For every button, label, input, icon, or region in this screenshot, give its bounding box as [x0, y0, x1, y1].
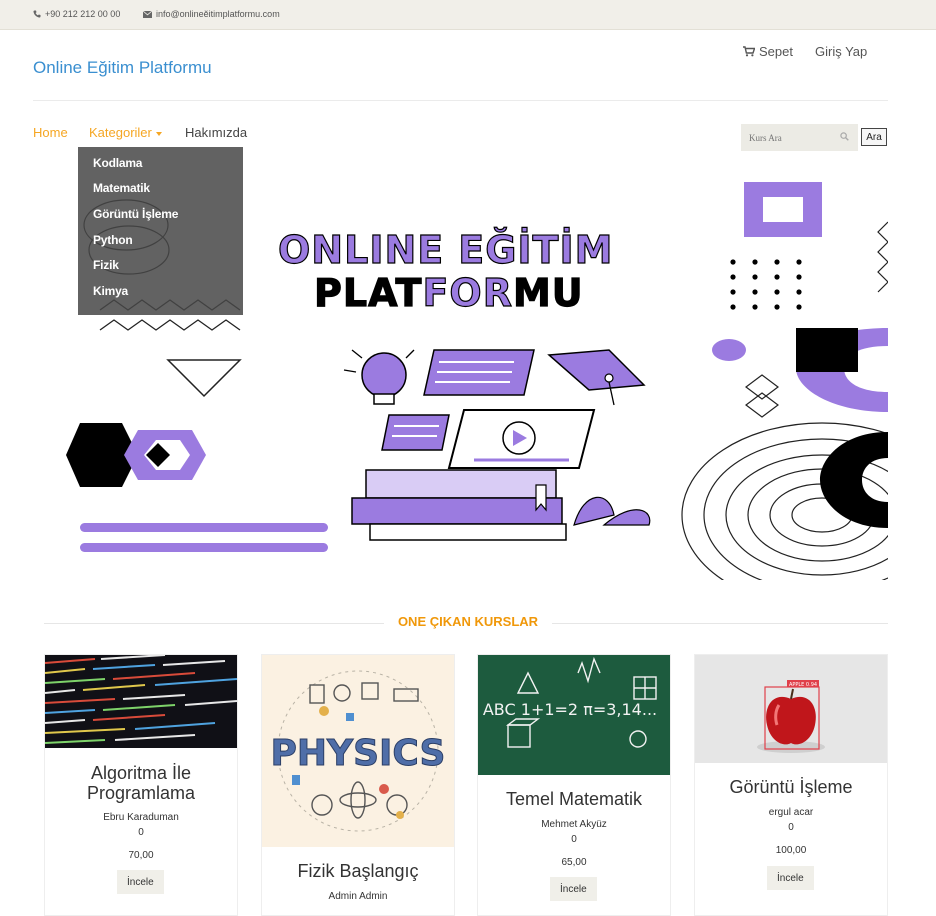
featured-courses-title: ONE ÇIKAN KURSLAR — [397, 614, 539, 629]
nav-categories-label: Kategoriler — [89, 125, 152, 140]
course-detail-button[interactable]: İncele — [550, 877, 597, 901]
chalkboard-text: ABC 1+1=2 π=3,14... — [483, 700, 657, 719]
dropdown-item-python[interactable]: Python — [93, 233, 133, 247]
dropdown-item-kodlama[interactable]: Kodlama — [93, 156, 142, 170]
course-image-physics[interactable]: PHYSICS — [262, 655, 454, 847]
course-detail-button[interactable]: İncele — [767, 866, 814, 890]
hero-word-egitim: EĞİTİM — [458, 228, 613, 272]
cart-icon — [743, 46, 755, 57]
purple-square-inner — [763, 197, 803, 222]
course-price: 100,00 — [775, 845, 807, 856]
nav-home[interactable]: Home — [33, 125, 68, 140]
hero-word-mu: MU — [513, 271, 584, 315]
purple-bar-2 — [80, 543, 328, 552]
course-price: 70,00 — [128, 850, 154, 861]
envelope-icon — [143, 10, 152, 18]
course-title-line-2: Programlama — [86, 783, 196, 803]
triangle-outline — [166, 359, 242, 398]
lightbulb-icon — [343, 349, 415, 405]
purple-bar-1 — [80, 523, 328, 532]
apple-detection-image: APPLE 0.94 — [695, 655, 887, 763]
purple-oval — [712, 339, 746, 361]
hero-headline: ONLINE EĞİTİM PLATFORMU — [277, 227, 613, 315]
svg-text:PLATFORMU: PLATFORMU — [314, 271, 584, 315]
course-image-code[interactable] — [45, 655, 237, 748]
course-instructor: Ebru Karaduman — [103, 812, 179, 823]
login-link[interactable]: Giriş Yap — [815, 44, 867, 59]
course-title[interactable]: Algoritma İle Programlama — [45, 763, 237, 803]
course-price: 65,00 — [561, 857, 587, 868]
course-student-count: 0 — [138, 827, 144, 838]
search-icon[interactable] — [840, 132, 849, 141]
dropdown-item-fizik[interactable]: Fizik — [93, 258, 119, 272]
hero-word-online: ONLINE — [278, 228, 444, 272]
course-title[interactable]: Temel Matematik — [478, 789, 670, 809]
laptop-icon — [447, 409, 596, 469]
phone-icon — [33, 10, 41, 18]
document-card — [423, 349, 535, 396]
plant-leaves — [573, 496, 651, 526]
caret-down-icon — [155, 131, 162, 136]
top-bar: +90 212 212 00 00 info@onlineĕitimplatfo… — [0, 0, 936, 30]
dropdown-item-goruntu-isleme[interactable]: Görüntü İşleme — [93, 207, 178, 221]
contact-phone: +90 212 212 00 00 — [33, 9, 120, 19]
small-card — [381, 414, 450, 451]
search-box — [741, 124, 858, 151]
phone-number: +90 212 212 00 00 — [45, 9, 121, 19]
hero-word-plat: PLAT — [314, 271, 422, 315]
course-student-count: 0 — [788, 822, 794, 833]
course-instructor: ergul acar — [768, 807, 814, 818]
course-title[interactable]: Fizik Başlangıç — [262, 861, 454, 881]
course-instructor: Mehmet Akyüz — [541, 819, 607, 830]
book-stack — [351, 469, 567, 541]
physics-word: PHYSICS — [271, 733, 446, 774]
header-divider — [33, 100, 888, 101]
dropdown-item-kimya[interactable]: Kimya — [93, 284, 128, 298]
contact-email: info@onlineĕitimplatformu.com — [143, 9, 280, 19]
course-student-count: 0 — [571, 834, 577, 845]
brand-link[interactable]: Online Eğitim Platformu — [33, 58, 212, 78]
course-card: ABC 1+1=2 π=3,14... Temel Matematik Mehm… — [477, 654, 671, 916]
black-square — [796, 328, 858, 372]
course-card: APPLE 0.94 Görüntü İşleme ergul acar 0 1… — [694, 654, 888, 916]
dot-grid — [730, 259, 802, 310]
search-button[interactable]: Ara — [861, 128, 887, 146]
code-screen-image — [45, 655, 237, 748]
nav-categories[interactable]: Kategoriler — [89, 125, 162, 140]
course-title[interactable]: Görüntü İşleme — [695, 777, 887, 797]
stacked-diamonds — [745, 374, 779, 418]
svg-text:ONLINEEĞİTİM: ONLINE EĞİTİM — [278, 228, 613, 272]
course-card: Algoritma İle Programlama Ebru Karaduman… — [44, 654, 238, 916]
graduation-cap-icon — [547, 349, 646, 406]
course-detail-button[interactable]: İncele — [117, 870, 164, 894]
course-image-vision[interactable]: APPLE 0.94 — [695, 655, 887, 763]
email-address[interactable]: info@onlineĕitimplatformu.com — [156, 9, 280, 19]
dropdown-item-matematik[interactable]: Matematik — [93, 181, 150, 195]
course-image-math[interactable]: ABC 1+1=2 π=3,14... — [478, 655, 670, 775]
black-ring — [820, 432, 888, 528]
search-input[interactable] — [747, 129, 839, 147]
physics-image: PHYSICS — [262, 655, 454, 847]
course-instructor: Admin Admin — [328, 891, 388, 902]
chalkboard-image: ABC 1+1=2 π=3,14... — [478, 655, 670, 775]
cart-link[interactable]: Sepet — [743, 44, 793, 59]
nav-about[interactable]: Hakımızda — [185, 125, 247, 140]
cart-label: Sepet — [759, 44, 793, 59]
course-card: PHYSICS Fizik Başlangıç Admin Admin — [261, 654, 455, 916]
chevron-marks — [877, 221, 889, 293]
zigzag-line-2 — [99, 319, 241, 331]
hero-word-for: FOR — [422, 271, 513, 315]
categories-dropdown: Kodlama Matematik Görüntü İşleme Python … — [78, 147, 243, 315]
detection-label: APPLE 0.94 — [789, 682, 817, 688]
course-title-line-1: Algoritma İle — [90, 763, 192, 783]
